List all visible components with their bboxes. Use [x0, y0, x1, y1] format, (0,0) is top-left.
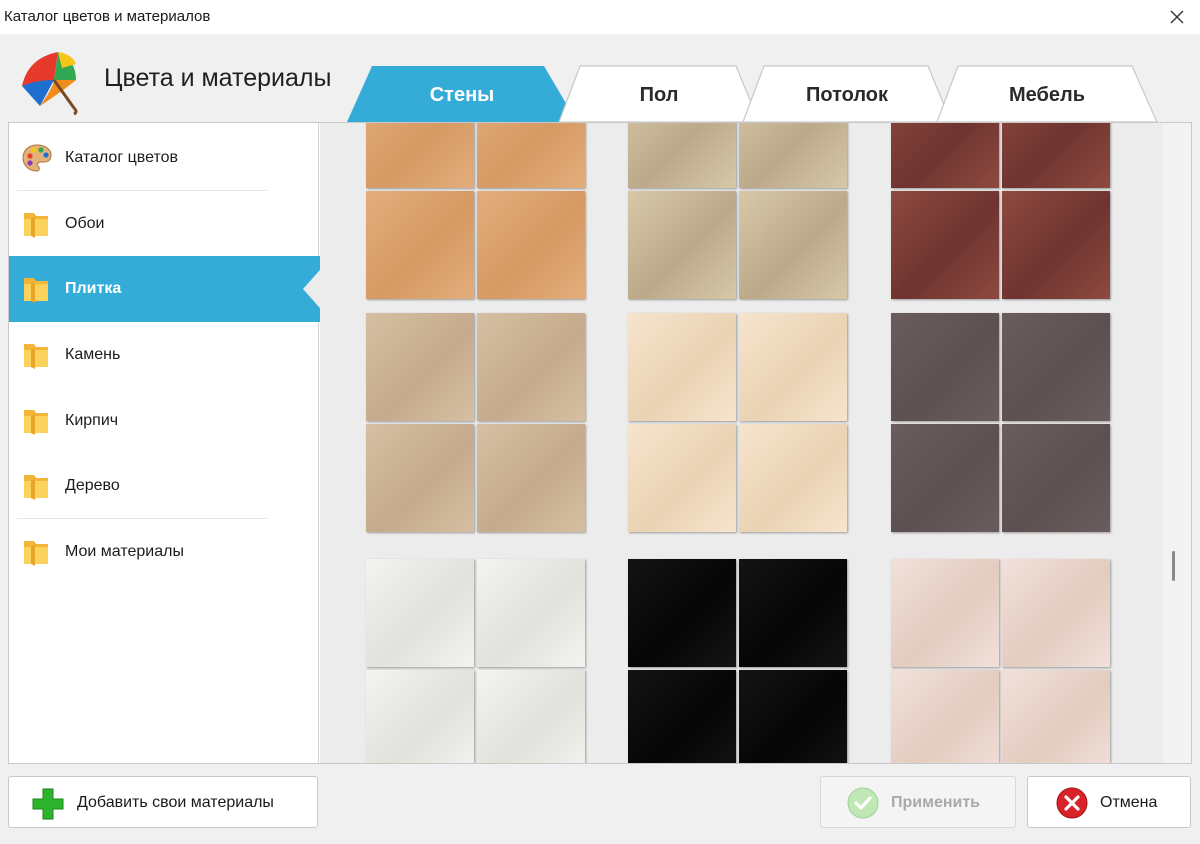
folder-icon — [24, 541, 48, 566]
tile-cell — [1002, 559, 1110, 667]
tile-cell — [739, 670, 847, 763]
tile-cell — [628, 559, 736, 667]
sidebar-item-tiles[interactable]: Плитка — [9, 256, 327, 322]
sidebar-item-brick[interactable]: Кирпич — [9, 388, 327, 454]
umbrella-icon — [22, 52, 78, 116]
material-grid — [320, 123, 1163, 763]
tile-cell — [1002, 424, 1110, 532]
check-icon — [847, 787, 879, 819]
white-marble-tile[interactable] — [366, 559, 588, 763]
add-materials-button[interactable]: Добавить свои материалы — [8, 776, 318, 828]
dark-grey-tile[interactable] — [891, 313, 1113, 535]
sidebar-item-wallpaper[interactable]: Обои — [9, 191, 327, 257]
tile-cell — [628, 191, 736, 299]
red-stone-tile[interactable] — [891, 123, 1113, 302]
tab-floor[interactable]: Пол — [558, 64, 760, 122]
folder-icon — [24, 475, 48, 500]
cancel-button[interactable]: Отмена — [1027, 776, 1191, 828]
tile-cell — [1002, 313, 1110, 421]
cream-marble-tile[interactable] — [628, 313, 850, 535]
tile-cell — [477, 123, 585, 188]
tile-cell — [366, 123, 474, 188]
apply-label: Применить — [891, 794, 981, 811]
tile-cell — [366, 191, 474, 299]
plus-icon — [32, 788, 64, 820]
apply-button[interactable]: Применить — [820, 776, 1016, 828]
sidebar-item-label: Плитка — [65, 280, 122, 297]
folder-icon — [24, 213, 48, 238]
add-materials-label: Добавить свои материалы — [77, 794, 274, 811]
scroll-thumb[interactable] — [1172, 551, 1175, 581]
sidebar-item-label: Кирпич — [65, 412, 119, 429]
tile-cell — [891, 559, 999, 667]
tile-cell — [891, 670, 999, 763]
sidebar-item-color-catalog[interactable]: Каталог цветов — [9, 125, 327, 191]
sidebar-item-label: Мои материалы — [65, 543, 184, 560]
cancel-icon — [1056, 787, 1088, 819]
tab-bar: Стены Пол Потолок Мебель — [340, 64, 1170, 126]
tab-ceiling[interactable]: Потолок — [742, 64, 952, 122]
pink-marble-tile[interactable] — [891, 559, 1113, 763]
tab-furniture[interactable]: Мебель — [936, 64, 1158, 122]
tile-cell — [739, 123, 847, 188]
tab-furniture-label: Мебель — [1009, 84, 1085, 106]
tile-cell — [366, 559, 474, 667]
sidebar-item-label: Каталог цветов — [65, 149, 179, 166]
content-frame: Каталог цветов Обои Плитка Камень Кирпич… — [8, 122, 1192, 764]
tile-cell — [891, 313, 999, 421]
tile-cell — [739, 313, 847, 421]
page-title: Цвета и материалы — [104, 64, 332, 92]
tile-cell — [366, 670, 474, 763]
black-marble-tile[interactable] — [628, 559, 850, 763]
tile-cell — [739, 559, 847, 667]
tile-cell — [739, 191, 847, 299]
tile-cell — [891, 424, 999, 532]
tile-cell — [366, 313, 474, 421]
window-title: Каталог цветов и материалов — [4, 8, 211, 25]
sidebar-item-label: Камень — [65, 346, 121, 363]
tile-cell — [1002, 123, 1110, 188]
sand-marble-tile[interactable] — [366, 123, 588, 302]
tile-cell — [628, 123, 736, 188]
sidebar: Каталог цветов Обои Плитка Камень Кирпич… — [9, 123, 327, 763]
sidebar-item-label: Дерево — [65, 477, 120, 494]
tab-walls-label: Стены — [429, 84, 495, 106]
sidebar-item-label: Обои — [65, 215, 105, 232]
tile-cell — [477, 191, 585, 299]
cancel-label: Отмена — [1100, 794, 1158, 811]
sidebar-item-my-materials[interactable]: Мои материалы — [9, 519, 327, 585]
folder-icon — [24, 410, 48, 435]
tile-cell — [891, 123, 999, 188]
tile-cell — [477, 424, 585, 532]
palette-icon — [22, 144, 52, 172]
tile-cell — [628, 424, 736, 532]
tile-cell — [477, 313, 585, 421]
close-icon — [1170, 10, 1184, 24]
taupe-tile[interactable] — [366, 313, 588, 535]
tile-cell — [477, 559, 585, 667]
close-button[interactable] — [1154, 0, 1200, 34]
tab-walls[interactable]: Стены — [346, 64, 578, 122]
tile-cell — [739, 424, 847, 532]
folder-icon — [24, 344, 48, 369]
tile-cell — [628, 670, 736, 763]
beige-granite-tile[interactable] — [628, 123, 850, 302]
tile-cell — [1002, 670, 1110, 763]
tile-cell — [628, 313, 736, 421]
tile-cell — [1002, 191, 1110, 299]
scrollbar[interactable] — [1163, 123, 1191, 763]
tab-ceiling-label: Потолок — [805, 84, 888, 106]
sidebar-item-wood[interactable]: Дерево — [9, 453, 327, 519]
tile-cell — [366, 424, 474, 532]
sidebar-item-stone[interactable]: Камень — [9, 322, 327, 388]
tab-floor-label: Пол — [639, 84, 679, 106]
tile-cell — [891, 191, 999, 299]
tile-cell — [477, 670, 585, 763]
folder-icon — [24, 278, 48, 303]
title-bar: Каталог цветов и материалов — [0, 0, 1200, 34]
